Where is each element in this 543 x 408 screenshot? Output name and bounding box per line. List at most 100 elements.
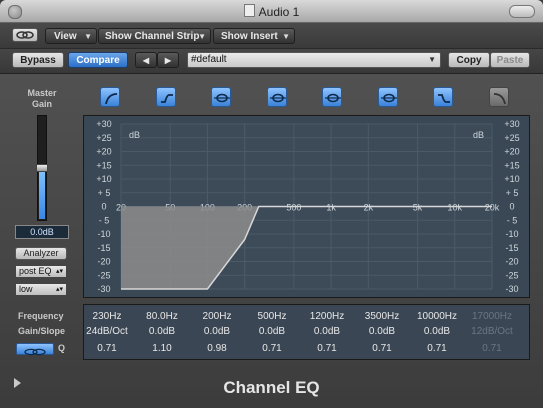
title-bar: Audio 1 (0, 0, 543, 23)
band-5-gain[interactable]: 0.0dB (300, 326, 354, 337)
freq-tick-label: 1k (326, 203, 336, 213)
band-8-gain[interactable]: 12dB/Oct (465, 326, 519, 337)
band-1-q[interactable]: 0.71 (80, 343, 134, 354)
band-8-q[interactable]: 0.71 (465, 343, 519, 354)
band-toggle-4[interactable] (266, 87, 287, 107)
q-couple-toggle[interactable] (16, 343, 54, 356)
band-1-gain[interactable]: 24dB/Oct (80, 326, 134, 337)
master-gain-label: Master Gain (14, 88, 70, 110)
db-tick-label-left: + 5 (98, 188, 111, 198)
freq-tick-label: 5k (413, 203, 423, 213)
chevron-down-icon: ▼ (428, 55, 436, 64)
freq-tick-label: 10k (448, 203, 463, 213)
low-shelf-icon (160, 94, 173, 103)
show-channel-strip-menu[interactable]: Show Channel Strip ▼ (98, 28, 211, 44)
db-tick-label-left: +15 (96, 160, 111, 170)
db-tick-label-right: - 5 (507, 215, 518, 225)
channel-strip-label: Show Channel Strip (105, 31, 200, 42)
document-icon (243, 4, 255, 17)
db-tick-label-right: -20 (505, 257, 518, 267)
copy-button[interactable]: Copy (448, 52, 490, 68)
chevron-down-icon: ▼ (198, 32, 206, 41)
band-3-q[interactable]: 0.98 (190, 343, 244, 354)
db-tick-label-right: +15 (504, 160, 519, 170)
db-tick-label-left: -25 (97, 270, 110, 280)
link-button[interactable] (12, 28, 38, 42)
bell-icon (325, 93, 341, 103)
bypass-button[interactable]: Bypass (12, 52, 64, 68)
db-tick-label-left: +10 (96, 174, 111, 184)
previous-preset-button[interactable]: ◀ (135, 52, 157, 68)
db-tick-label-left: -10 (97, 229, 110, 239)
show-insert-menu[interactable]: Show Insert ▼ (213, 28, 295, 44)
band-4-q[interactable]: 0.71 (245, 343, 299, 354)
band-toggle-7[interactable] (433, 87, 453, 107)
db-tick-label-right: + 5 (506, 188, 519, 198)
band-7-freq[interactable]: 10000Hz (410, 311, 464, 322)
band-5-q[interactable]: 0.71 (300, 343, 354, 354)
analyzer-mode-select[interactable]: post EQ ▴▾ (15, 265, 67, 278)
band-7-q[interactable]: 0.71 (410, 343, 464, 354)
band-7-gain[interactable]: 0.0dB (410, 326, 464, 337)
window-title-text: Audio 1 (258, 5, 300, 19)
db-tick-label-left: -30 (97, 284, 110, 294)
band-6-gain[interactable]: 0.0dB (355, 326, 409, 337)
db-tick-label-right: -10 (505, 229, 518, 239)
master-gain-knob[interactable] (36, 164, 48, 172)
band-4-gain[interactable]: 0.0dB (245, 326, 299, 337)
preset-menu[interactable]: #default ▼ (187, 52, 441, 68)
db-tick-label-left: +30 (96, 119, 111, 129)
band-toggle-1[interactable] (100, 87, 120, 107)
db-tick-label-right: -25 (505, 270, 518, 280)
band-3-gain[interactable]: 0.0dB (190, 326, 244, 337)
next-preset-button[interactable]: ▶ (157, 52, 179, 68)
master-gain-label-line1: Master (27, 88, 57, 98)
band-6-q[interactable]: 0.71 (355, 343, 409, 354)
db-tick-label-left: +25 (96, 133, 111, 143)
bell-icon (214, 93, 230, 103)
band-3-freq[interactable]: 200Hz (190, 311, 244, 322)
chevron-updown-icon: ▴▾ (55, 268, 63, 275)
analyzer-resolution-select[interactable]: low ▴▾ (15, 283, 67, 296)
band-toggle-3[interactable] (211, 87, 231, 107)
db-tick-label-right: -30 (505, 284, 518, 294)
chevron-down-icon: ▼ (282, 32, 290, 41)
db-tick-label-right: +30 (504, 119, 519, 129)
band-2-q[interactable]: 1.10 (135, 343, 189, 354)
paste-button[interactable]: Paste (490, 52, 530, 68)
analyzer-button[interactable]: Analyzer (15, 247, 67, 260)
band-8-freq[interactable]: 17000Hz (465, 311, 519, 322)
low-cut-icon (105, 93, 118, 105)
band-4-freq[interactable]: 500Hz (245, 311, 299, 322)
chevron-updown-icon: ▴▾ (55, 286, 63, 293)
master-gain-value[interactable]: 0.0dB (15, 225, 69, 239)
band-2-gain[interactable]: 0.0dB (135, 326, 189, 337)
view-menu[interactable]: View ▼ (45, 28, 97, 44)
band-toggle-2[interactable] (155, 87, 176, 107)
db-tick-label-left: -20 (97, 257, 110, 267)
compare-button[interactable]: Compare (68, 52, 128, 68)
eq-graph[interactable]: +30 +30 +25 +25 +20 +20 +15 +15 +10 +10 + 5 + 5 0 0 - … (83, 115, 530, 298)
db-tick-label-left: -15 (97, 243, 110, 253)
db-tick-label-right: +25 (504, 133, 519, 143)
db-tick-label-right: -15 (505, 243, 518, 253)
band-1-freq[interactable]: 230Hz (80, 311, 134, 322)
db-tick-label-right: 0 (509, 202, 514, 212)
link-icon (16, 31, 34, 39)
band-toggle-6[interactable] (377, 87, 398, 107)
bell-icon (269, 93, 286, 103)
chevron-down-icon: ▼ (84, 32, 92, 41)
header-row: View ▼ Show Channel Strip ▼ Show Insert ▼ (0, 23, 543, 49)
master-gain-label-line2: Gain (31, 99, 52, 109)
band-5-freq[interactable]: 1200Hz (300, 311, 354, 322)
high-shelf-icon (438, 94, 450, 103)
master-gain-slider[interactable] (36, 115, 48, 221)
db-unit-right: dB (473, 130, 484, 140)
band-2-freq[interactable]: 80.0Hz (135, 311, 189, 322)
high-cut-icon (493, 93, 506, 105)
band-toggle-8[interactable] (488, 87, 509, 107)
freq-tick-label: 20k (485, 203, 500, 213)
toolbar-toggle-button[interactable] (509, 5, 535, 18)
band-toggle-5[interactable] (322, 87, 342, 107)
band-6-freq[interactable]: 3500Hz (355, 311, 409, 322)
